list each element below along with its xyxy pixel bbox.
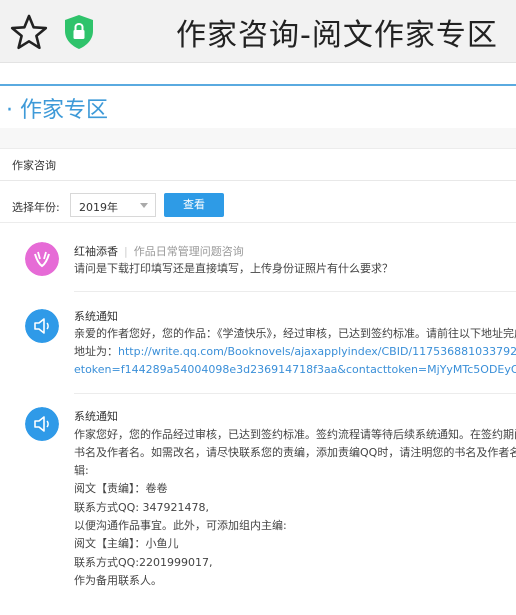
message-divider (74, 393, 516, 394)
browser-top-bar: 作家咨询-阅文作家专区 (0, 0, 516, 63)
message-sender: 系统通知 (74, 310, 118, 323)
section-title: · 作家专区 (6, 98, 108, 123)
star-icon[interactable] (10, 13, 48, 51)
message-text: 联系方式QQ:2201999017, (74, 556, 213, 569)
message-text: 地址为： (74, 345, 118, 358)
shield-icon[interactable] (62, 13, 96, 51)
message-text: 联系方式QQ: 347921478, (74, 501, 210, 514)
apply-link-continued[interactable]: etoken=f144289a54004098e3d236914718f3aa&… (74, 361, 516, 379)
message-text: 书名及作者名。如需改名，请尽快联系您的责编，添加责编QQ时，请注明您的书名及作者… (74, 446, 516, 459)
list-divider (0, 222, 516, 223)
year-label: 选择年份: (12, 201, 60, 214)
message-text: 作为备用联系人。 (74, 574, 162, 587)
message-text: 阅文【主编】：小鱼儿 (74, 537, 179, 550)
year-select[interactable]: 2019年 (70, 193, 156, 217)
message-sender: 系统通知 (74, 410, 118, 423)
view-button[interactable]: 查看 (164, 193, 224, 217)
header-divider (0, 84, 516, 86)
panel-divider (0, 180, 516, 181)
message-text: 以便沟通作品事宜。此外，可添加组内主编: (74, 519, 287, 532)
message-category: 作品日常管理问题咨询 (133, 245, 244, 258)
message-divider (74, 291, 516, 292)
list-item[interactable]: 红袖添香 | 作品日常管理问题咨询 请问是下载打印填写还是直接填写，上传身份证照片有… (0, 240, 516, 290)
message-sender: 红袖添香 (74, 245, 118, 258)
apply-link[interactable]: http://write.qq.com/Booknovels/ajaxapply… (118, 345, 516, 358)
year-select-value: 2019年 (79, 201, 118, 214)
list-item[interactable]: 系统通知 作家您好，您的作品经过审核，已达到签约标准。签约流程请等待后续系统通知… (0, 404, 516, 604)
message-text-line: 地址为：http://write.qq.com/Booknovels/ajaxa… (74, 343, 516, 361)
divider: | (124, 245, 128, 258)
nav-band (0, 128, 516, 149)
message-text: 阅文【责编】：卷卷 (74, 482, 168, 495)
panel-title: 作家咨询 (12, 159, 56, 172)
message-text: 作家您好，您的作品经过审核，已达到签约标准。签约流程请等待后续系统通知。在签约期… (74, 428, 516, 441)
speaker-icon (25, 407, 59, 441)
speaker-icon (25, 309, 59, 343)
message-text: 辑: (74, 464, 89, 477)
message-text: 亲爱的作者您好，您的作品：《学渣快乐》，经过审核，已达到签约标准。请前往以下地址… (74, 327, 516, 340)
list-item[interactable]: 系统通知 亲爱的作者您好，您的作品：《学渣快乐》，经过审核，已达到签约标准。请前… (0, 306, 516, 386)
message-text: 请问是下载打印填写还是直接填写，上传身份证照片有什么要求？ (74, 262, 393, 275)
browser-page-title: 作家咨询-阅文作家专区 (176, 18, 498, 53)
avatar-hongxiu-icon (25, 242, 59, 276)
chevron-down-icon (140, 203, 148, 208)
message-header: 红袖添香 | 作品日常管理问题咨询 (74, 243, 244, 259)
